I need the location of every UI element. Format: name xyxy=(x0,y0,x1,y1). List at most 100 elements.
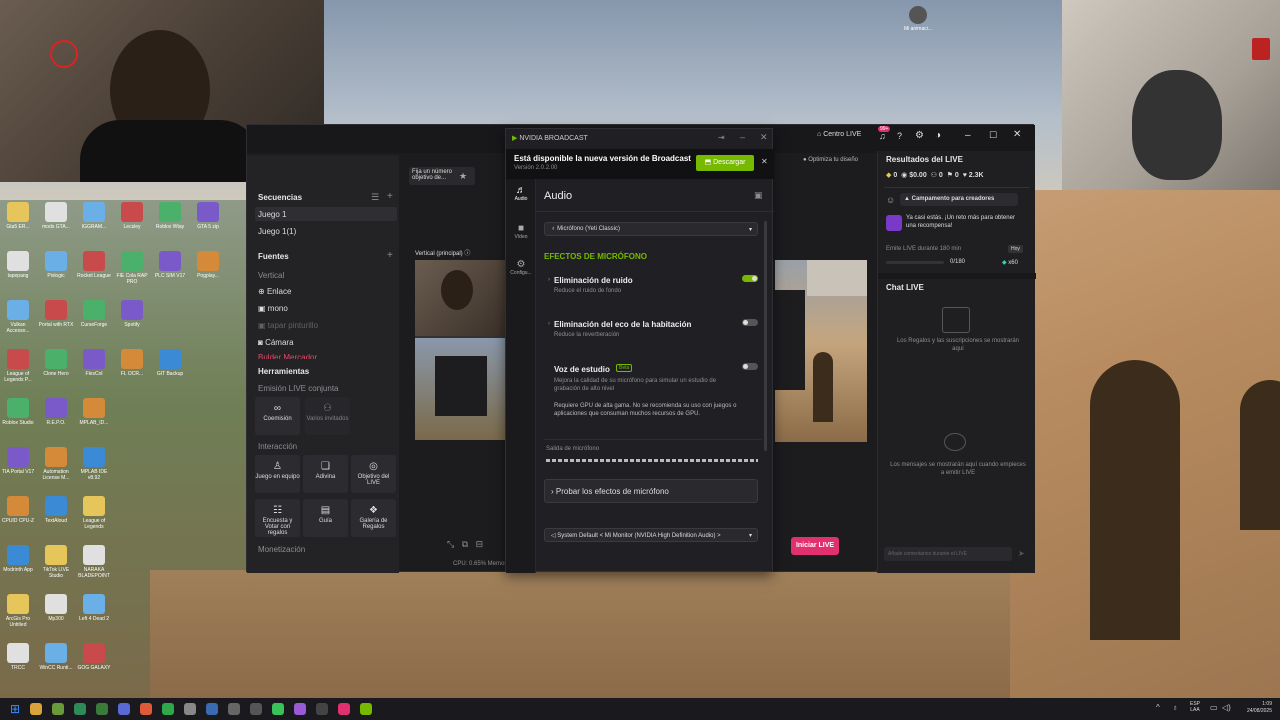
desktop-icon[interactable]: ArcGis Pro Untitled xyxy=(0,594,36,628)
tool-objetivo[interactable]: ◎ Objetivo del LIVE xyxy=(351,455,396,493)
close-icon[interactable]: ✕ xyxy=(1013,129,1021,140)
desktop-icon[interactable]: League of Legends P... xyxy=(0,349,36,383)
desktop-icon[interactable]: CPUID CPU-Z xyxy=(0,496,36,524)
clock[interactable]: 1:09 24/08/2025 xyxy=(1238,701,1272,715)
desktop-icon[interactable]: R.E.P.O. xyxy=(38,398,74,426)
mic-tray-icon[interactable]: ♁ xyxy=(1172,703,1178,712)
taskbar-app-icon[interactable] xyxy=(206,703,218,715)
desktop-icon[interactable]: Gta5 ER... xyxy=(0,202,36,230)
desktop-icon[interactable]: Roblox Studio xyxy=(0,398,36,426)
desktop-icon[interactable]: tapepang xyxy=(0,251,36,279)
gear-icon[interactable]: ⚙ xyxy=(915,130,924,141)
desktop-icon[interactable]: PLC SIM V17 xyxy=(152,251,188,279)
feedback-icon[interactable]: ▣ xyxy=(754,190,763,201)
desktop-icon[interactable]: FL OCR... xyxy=(114,349,150,377)
send-icon[interactable]: ➤ xyxy=(1018,549,1025,558)
desktop-icon[interactable]: FIE Cola RAP PRO xyxy=(114,251,150,285)
desktop-icon[interactable]: Clone Hero xyxy=(38,349,74,377)
sequence-item[interactable]: Juego 1(1) xyxy=(258,227,296,236)
desktop-icon[interactable]: Modrinth App xyxy=(0,545,36,573)
popout-icon[interactable]: ⇥ xyxy=(718,133,725,142)
taskbar-app-icon[interactable] xyxy=(184,703,196,715)
desktop-icon[interactable]: Pixlogic xyxy=(38,251,74,279)
desktop-icon[interactable]: mods GTA... xyxy=(38,202,74,230)
source-item-mono[interactable]: ▣ mono xyxy=(258,304,288,313)
chat-input[interactable]: Añade comentarios durante el LIVE xyxy=(884,547,1012,561)
desktop-icon[interactable]: Pogplay... xyxy=(190,251,226,279)
taskbar-app-icon[interactable] xyxy=(52,703,64,715)
iniciar-live-button[interactable]: Iniciar LIVE xyxy=(791,537,839,555)
taskbar-app-icon[interactable] xyxy=(118,703,130,715)
desktop-icon[interactable]: League of Legends xyxy=(76,496,112,530)
add-source-icon[interactable]: + xyxy=(387,250,393,261)
desktop-icon[interactable]: NARAKA BLADEPOINT xyxy=(76,545,112,579)
desktop-icon[interactable]: Spotify xyxy=(114,300,150,328)
language-indicator[interactable]: ESP LAA xyxy=(1190,701,1200,713)
tray-chevron-icon[interactable]: ^ xyxy=(1156,703,1160,712)
desktop-icon[interactable]: FlesCol xyxy=(76,349,112,377)
speaker-device-select[interactable]: ◁ System Default < Mi Monitor (NVIDIA Hi… xyxy=(544,528,758,542)
source-item-camara[interactable]: ◙ Cámara xyxy=(258,338,294,347)
tool-guia[interactable]: ▤ Guía xyxy=(303,499,348,537)
banner-close-icon[interactable]: ✕ xyxy=(761,157,768,166)
desktop-icon[interactable]: Rocket League xyxy=(76,251,112,279)
add-sequence-icon[interactable]: + xyxy=(387,191,393,202)
desktop-icon[interactable]: Portal with RTX xyxy=(38,300,74,328)
list-icon[interactable]: ☰ xyxy=(371,192,379,203)
desktop-icon[interactable]: TikTok LIVE Studio xyxy=(38,545,74,579)
desktop-icon[interactable]: TRCC xyxy=(0,643,36,671)
tool-adivina[interactable]: ❏ Adivina xyxy=(303,455,348,493)
desktop-icon[interactable]: Mp300 xyxy=(38,594,74,622)
taskbar-app-icon[interactable] xyxy=(140,703,152,715)
desktop-icon-top[interactable]: Mi animaci... xyxy=(900,6,936,32)
desktop-icon[interactable]: WinCC Runti... xyxy=(38,643,74,671)
canvas-tools[interactable]: ⤡ ⧉ ⊟ xyxy=(447,539,483,550)
tool-galeria[interactable]: ❖ Galería de Regalos xyxy=(351,499,396,537)
download-button[interactable]: ⬒ Descargar xyxy=(696,155,754,171)
side-video[interactable]: ■ Vídeo xyxy=(506,223,536,240)
tool-juego-equipo[interactable]: ♙ Juego en equipo xyxy=(255,455,300,493)
source-item-partial[interactable]: Bulder Mercador xyxy=(258,353,317,359)
desktop-icon[interactable]: Automation License M... xyxy=(38,447,74,481)
source-item-enlace[interactable]: ⊕ Enlace xyxy=(258,287,291,296)
test-effects-button[interactable]: › Probar los efectos de micrófono xyxy=(544,479,758,503)
desktop-icon[interactable]: CurseForge xyxy=(76,300,112,328)
taskbar-app-icon[interactable] xyxy=(272,703,284,715)
minimize-icon[interactable]: – xyxy=(965,130,971,141)
desktop-icon[interactable]: MPLAB_ID... xyxy=(76,398,112,426)
desktop-icon[interactable]: Roblox Wtay xyxy=(152,202,188,230)
sequence-item-active[interactable]: Juego 1 xyxy=(255,207,397,221)
help-icon[interactable]: ? xyxy=(897,131,902,141)
taskbar-app-icon[interactable] xyxy=(74,703,86,715)
taskbar-app-icon[interactable] xyxy=(30,703,42,715)
tool-encuesta[interactable]: ☷ Encuesta y Votar con regalos xyxy=(255,499,300,537)
nb-minimize-icon[interactable]: – xyxy=(740,132,745,142)
echo-removal-toggle[interactable] xyxy=(742,319,758,326)
windows-start-icon[interactable]: ⊞ xyxy=(10,702,20,716)
taskbar-app-icon[interactable] xyxy=(250,703,262,715)
side-audio[interactable]: ♬ Audio xyxy=(506,185,536,202)
side-config[interactable]: ⚙ Configu... xyxy=(506,259,536,276)
star-icon[interactable]: ★ xyxy=(459,171,467,182)
studio-voice-toggle[interactable] xyxy=(742,363,758,370)
desktop-icon[interactable]: Left 4 Dead 2 xyxy=(76,594,112,622)
taskbar-app-icon[interactable] xyxy=(360,703,372,715)
expand-chevron-icon[interactable]: › xyxy=(548,277,550,283)
expand-chevron-icon[interactable]: › xyxy=(548,321,550,327)
source-item-tapar[interactable]: ▣ tapar pinturillo xyxy=(258,321,318,330)
tool-varios-invitados[interactable]: ⚇ Varios invitados xyxy=(305,397,350,435)
desktop-icon[interactable]: GTA 5 zip xyxy=(190,202,226,230)
desktop-icon[interactable]: TIA Portal V17 xyxy=(0,447,36,475)
desktop-icon[interactable]: GOG GALAXY xyxy=(76,643,112,671)
desktop-icon[interactable]: GIT Backup xyxy=(152,349,188,377)
maximize-icon[interactable]: ☐ xyxy=(989,130,997,141)
taskbar-app-icon[interactable] xyxy=(294,703,306,715)
taskbar-app-icon[interactable] xyxy=(162,703,174,715)
mic-device-select[interactable]: ♁ Micrófono (Yeti Classic) ▾ xyxy=(544,222,758,236)
taskbar-app-icon[interactable] xyxy=(316,703,328,715)
centro-live-button[interactable]: ⌂ Centro LIVE xyxy=(817,131,861,138)
campamento-button[interactable]: ▲ Campamento para creadores xyxy=(900,193,1018,206)
network-icon[interactable]: ▭ xyxy=(1210,703,1218,712)
theme-icon[interactable]: ◑ xyxy=(935,130,941,141)
bell-icon[interactable]: ♫ xyxy=(879,131,886,141)
